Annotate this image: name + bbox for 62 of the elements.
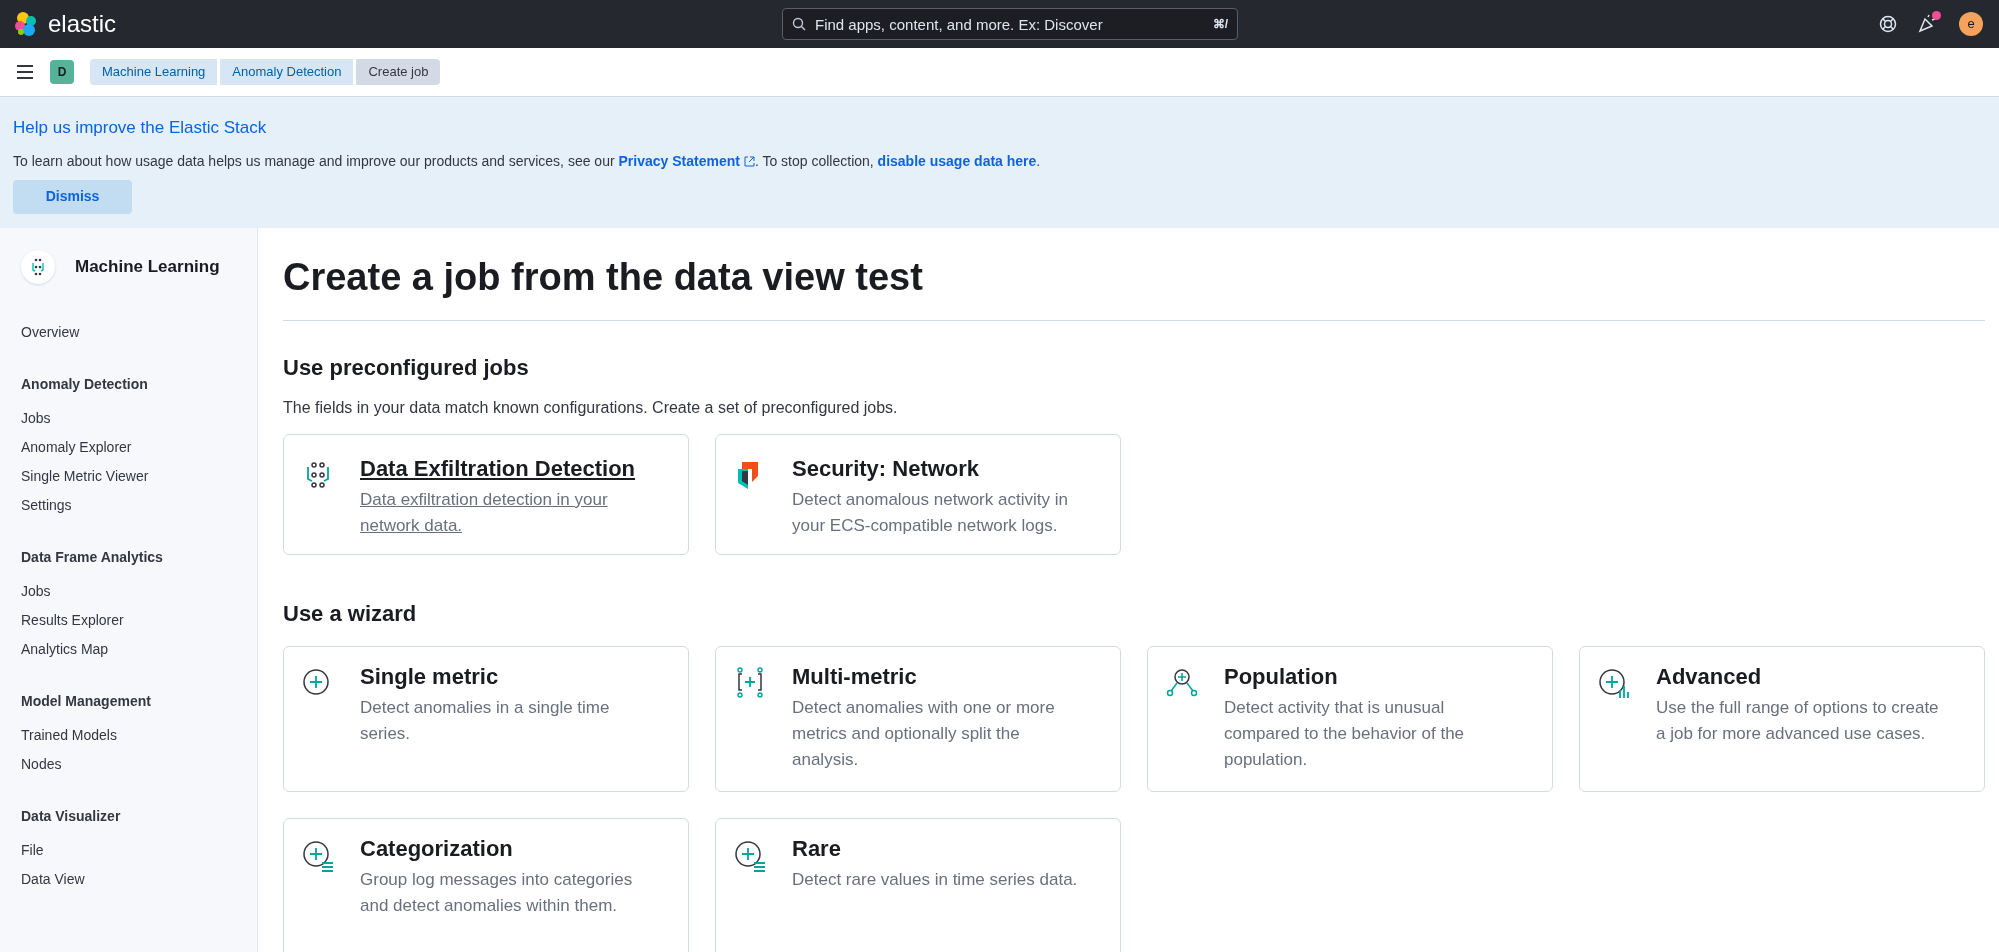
sidebar-heading: Data Frame Analytics <box>21 547 164 567</box>
user-avatar[interactable]: e <box>1959 12 1983 36</box>
job-card[interactable]: Rare Detect rare values in time series data. <box>715 817 1121 952</box>
job-card[interactable]: Single metric Detect anomalies in a single time series. <box>283 645 689 792</box>
space-avatar[interactable]: D <box>50 60 74 84</box>
sidebar-item[interactable]: Nodes <box>21 753 257 774</box>
card-description: Detect activity that is unusual compared to the behavior of the population. <box>1224 696 1466 771</box>
external-link-icon <box>743 155 755 167</box>
callout-title: Help us improve the Elastic Stack <box>13 117 268 139</box>
card-description: Detect anomalies in a single time series. <box>360 696 611 745</box>
job-card[interactable]: Multi-metric Detect anomalies with one or more metrics and optionally split the analysis. <box>715 645 1121 792</box>
sidebar-item[interactable]: Overview <box>21 321 257 342</box>
sidebar-item[interactable]: Settings <box>21 494 257 515</box>
sidebar-item[interactable]: Analytics Map <box>21 638 257 659</box>
card-title: Advanced <box>1656 662 1763 691</box>
disable-usage-link[interactable]: disable usage data here <box>877 152 1037 169</box>
ml-app-icon <box>21 249 55 284</box>
search-icon <box>792 17 806 31</box>
sidebar-item[interactable]: Anomaly Explorer <box>21 436 257 457</box>
card-description: Group log messages into categories and detect anomalies within them. <box>360 868 634 917</box>
dismiss-button[interactable]: Dismiss <box>13 179 132 214</box>
privacy-link[interactable]: Privacy Statement <box>618 150 755 172</box>
card-title: Single metric <box>360 662 500 691</box>
job-card[interactable]: Population Detect activity that is unusual compared to the behavior of the population. <box>1147 645 1553 792</box>
section-description: The fields in your data match known configurations. Create a set of preconfigured jobs. <box>283 397 899 418</box>
sidebar-item[interactable]: Single Metric Viewer <box>21 465 257 486</box>
job-card[interactable]: Advanced Use the full range of options to create a job for more advanced use cases. <box>1579 645 1985 792</box>
breadcrumb[interactable]: Anomaly Detection <box>220 59 354 85</box>
card-title: Multi-metric <box>792 662 918 691</box>
job-card[interactable]: Categorization Group log messages into categories and detect anomalies within them. <box>283 817 689 952</box>
card-title: Data Exfiltration Detection <box>360 454 637 483</box>
menu-icon[interactable] <box>16 65 34 79</box>
sidebar-heading: Model Management <box>21 691 152 711</box>
card-title: Population <box>1224 662 1339 691</box>
card-title: Security: Network <box>792 454 981 483</box>
sidebar-title: Machine Learning <box>75 255 220 278</box>
job-card[interactable]: Security: Network Detect anomalous network activity in your ECS-compatible network logs. <box>715 433 1121 555</box>
card-title: Categorization <box>360 834 514 863</box>
keyboard-shortcut: ⌘/ <box>1212 16 1228 33</box>
brand-name[interactable]: elastic <box>48 12 117 36</box>
section-heading: Use a wizard <box>283 599 418 628</box>
card-title: Rare <box>792 834 842 863</box>
sidebar-item[interactable]: Data View <box>21 868 257 889</box>
sidebar-item[interactable]: File <box>21 839 257 860</box>
callout-text: To learn about how usage data helps us manage and improve our products and services, see our Privacy Statement . To stop collection, disable usage data here. <box>13 150 1986 172</box>
breadcrumb[interactable]: Machine Learning <box>90 59 218 85</box>
card-description: Detect anomalous network activity in your ECS-compatible network logs. <box>792 488 1069 537</box>
sidebar-heading: Anomaly Detection <box>21 374 149 394</box>
job-card[interactable]: Data Exfiltration Detection Data exfiltration detection in your network data. <box>283 433 689 555</box>
card-description: Detect rare values in time series data. <box>792 868 1078 891</box>
card-description: Use the full range of options to create a job for more advanced use cases. <box>1656 696 1940 745</box>
sidebar-item[interactable]: Jobs <box>21 407 257 428</box>
section-heading: Use preconfigured jobs <box>283 353 530 382</box>
page-title: Create a job from the data view test <box>283 253 1985 321</box>
sidebar-item[interactable]: Results Explorer <box>21 609 257 630</box>
sidebar-item[interactable]: Trained Models <box>21 724 257 745</box>
sidebar-heading: Data Visualizer <box>21 806 122 826</box>
breadcrumb: Create job <box>356 59 441 85</box>
sidebar-item[interactable]: Jobs <box>21 580 257 601</box>
help-icon[interactable] <box>1879 15 1897 33</box>
card-description: Data exfiltration detection in your network data. <box>360 488 609 537</box>
card-description: Detect anomalies with one or more metrics and optionally split the analysis. <box>792 696 1056 771</box>
